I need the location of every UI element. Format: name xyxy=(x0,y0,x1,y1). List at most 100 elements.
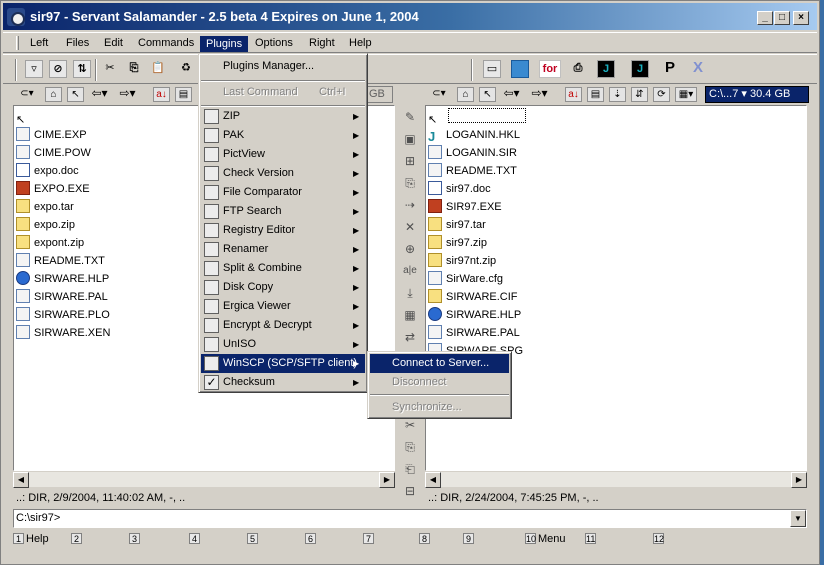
list-item[interactable]: README.TXT xyxy=(16,252,105,270)
close-button[interactable]: × xyxy=(793,11,809,25)
list-item[interactable]: SIRWARE.HLP xyxy=(16,270,109,288)
menu-item-plugin[interactable]: Ergica Viewer ▶ xyxy=(201,297,365,316)
forward-icon-right[interactable]: ⇨▾ xyxy=(531,87,548,102)
sort-by-size-icon-right[interactable]: ⇵ xyxy=(631,87,648,102)
scroll-right-arrow-icon-right[interactable]: ▶ xyxy=(791,472,807,488)
list-item[interactable]: SIRWARE.XEN xyxy=(16,324,110,342)
title-bar[interactable]: sir97 - Servant Salamander - 2.5 beta 4 … xyxy=(3,3,817,30)
tape-icon[interactable] xyxy=(511,60,529,78)
printer-icon[interactable]: ⎙ xyxy=(569,60,587,78)
scroll-right-arrow-icon[interactable]: ▶ xyxy=(379,472,395,488)
list-item[interactable]: J LOGANIN.HKL xyxy=(428,126,520,144)
maximize-button[interactable]: □ xyxy=(774,11,790,25)
menu-item-plugin[interactable]: FTP Search ▶ xyxy=(201,202,365,221)
j-plugin-icon[interactable]: J xyxy=(597,60,615,78)
menu-files[interactable]: Files xyxy=(61,36,94,52)
right-drive-box[interactable]: C:\...7 ▾ 30.4 GB xyxy=(705,86,809,103)
left-drive-box[interactable]: GB xyxy=(365,86,393,103)
menu-commands[interactable]: Commands xyxy=(133,36,199,52)
cut-icon[interactable]: ✂ xyxy=(101,60,119,78)
paste-icon[interactable]: 📋 xyxy=(149,60,167,78)
list-item[interactable]: expo.zip xyxy=(16,216,75,234)
scroll-left-arrow-icon-right[interactable]: ◀ xyxy=(425,472,441,488)
copy-file-icon[interactable]: ⎘ xyxy=(402,175,418,191)
list-item[interactable]: sir97.zip xyxy=(428,234,487,252)
root-folder-icon-right[interactable]: ⌂ xyxy=(457,87,474,102)
menu-item-last-command[interactable]: Last Command Ctrl+I xyxy=(201,83,365,102)
menu-item-plugin[interactable]: UnISO ▶ xyxy=(201,335,365,354)
unselect-icon[interactable]: ⊘ xyxy=(49,60,67,78)
fkey-6[interactable]: 6 xyxy=(305,530,318,548)
list-item[interactable]: expo.tar xyxy=(16,198,74,216)
list-item[interactable]: README.TXT xyxy=(428,162,517,180)
menu-item-plugin[interactable]: WinSCP (SCP/SFTP client) ▶ xyxy=(201,354,365,373)
fkey-2[interactable]: 2 xyxy=(71,530,84,548)
menu-item-plugin[interactable]: Encrypt & Decrypt ▶ xyxy=(201,316,365,335)
j-plugin-icon-2[interactable]: J xyxy=(631,60,649,78)
fkey-7[interactable]: 7 xyxy=(363,530,376,548)
mkdir-icon[interactable]: ⊕ xyxy=(402,241,418,257)
list-item[interactable]: expont.zip xyxy=(16,234,84,252)
fkey-4[interactable]: 4 xyxy=(189,530,202,548)
list-item[interactable]: sir97.tar xyxy=(428,216,486,234)
list-item[interactable]: SIRWARE.PAL xyxy=(428,324,520,342)
fkey-8[interactable]: 8 xyxy=(419,530,432,548)
toolbar-grip[interactable] xyxy=(15,59,17,81)
list-item[interactable]: SIRWARE.HLP xyxy=(428,306,521,324)
fkey-1[interactable]: 1 Help xyxy=(13,530,49,548)
network-icon[interactable]: ⊟ xyxy=(402,483,418,499)
menu-item-plugins-manager[interactable]: Plugins Manager... xyxy=(201,57,365,76)
forward-icon[interactable]: ⇨▾ xyxy=(119,87,136,102)
list-item[interactable]: SIRWARE.PAL xyxy=(16,288,108,306)
menu-item-plugin[interactable]: Check Version ▶ xyxy=(201,164,365,183)
view-icon[interactable]: ▣ xyxy=(402,131,418,147)
view-mode-icon-right[interactable]: ▦▾ xyxy=(675,87,697,102)
list-item[interactable]: sir97.doc xyxy=(428,180,491,198)
list-item-parent[interactable]: ↖ xyxy=(16,108,36,126)
back-icon[interactable]: ⇦▾ xyxy=(91,87,108,102)
menu-item-plugin[interactable]: PAK ▶ xyxy=(201,126,365,145)
for-plugin-icon[interactable]: for xyxy=(539,60,561,78)
sort-by-ext-icon-right[interactable]: ▤ xyxy=(587,87,604,102)
menu-item-plugin[interactable]: PictView ▶ xyxy=(201,145,365,164)
invert-selection-icon[interactable]: ⇅ xyxy=(73,60,91,78)
select-filter-icon[interactable]: ▿ xyxy=(25,60,43,78)
x-plugin-icon[interactable]: X xyxy=(689,60,707,78)
rename-icon[interactable]: a|e xyxy=(402,263,418,279)
copy-icon-mid[interactable]: ⎘ xyxy=(402,439,418,455)
menu-item-connect-to-server[interactable]: Connect to Server... xyxy=(370,354,509,373)
parent-folder-icon[interactable]: ↖ xyxy=(67,87,84,102)
new-icon[interactable]: ✎ xyxy=(402,109,418,125)
menu-right[interactable]: Right xyxy=(304,36,340,52)
menu-options[interactable]: Options xyxy=(250,36,298,52)
back-icon-right[interactable]: ⇦▾ xyxy=(503,87,520,102)
parent-folder-icon-right[interactable]: ↖ xyxy=(479,87,496,102)
list-item[interactable]: SIRWARE.PLO xyxy=(16,306,110,324)
list-item[interactable]: LOGANIN.SIR xyxy=(428,144,517,162)
fkey-3[interactable]: 3 xyxy=(129,530,142,548)
menubar-grip[interactable] xyxy=(16,36,19,50)
menu-help[interactable]: Help xyxy=(344,36,377,52)
edit-icon[interactable]: ⊞ xyxy=(402,153,418,169)
left-horizontal-scrollbar[interactable]: ◀ ▶ xyxy=(13,471,395,488)
command-line-input[interactable]: C:\sir97> ▼ xyxy=(13,509,807,528)
fkey-10[interactable]: 10 Menu xyxy=(525,530,566,548)
compare-icon[interactable]: ⇄ xyxy=(402,329,418,345)
list-item[interactable]: SIR97.EXE xyxy=(428,198,502,216)
fkey-5[interactable]: 5 xyxy=(247,530,260,548)
command-history-dropdown-icon[interactable]: ▼ xyxy=(790,510,806,527)
drive-icon-right[interactable]: ⊂▾ xyxy=(427,87,451,102)
delete-icon[interactable]: ✕ xyxy=(402,219,418,235)
paste-icon-mid[interactable]: ⎗ xyxy=(402,461,418,477)
fkey-11[interactable]: 11 xyxy=(585,530,598,548)
sort-by-name-icon[interactable]: a↓ xyxy=(153,87,170,102)
sort-by-name-icon-right[interactable]: a↓ xyxy=(565,87,582,102)
menu-item-plugin[interactable]: Disk Copy ▶ xyxy=(201,278,365,297)
refresh-icon-right[interactable]: ⟳ xyxy=(653,87,670,102)
minimize-button[interactable]: _ xyxy=(757,11,773,25)
download-icon[interactable]: ⤓ xyxy=(402,285,418,301)
fkey-12[interactable]: 12 xyxy=(653,530,666,548)
menu-item-plugin[interactable]: Registry Editor ▶ xyxy=(201,221,365,240)
list-item[interactable]: CIME.POW xyxy=(16,144,91,162)
sort-by-time-icon-right[interactable]: ⇣ xyxy=(609,87,626,102)
